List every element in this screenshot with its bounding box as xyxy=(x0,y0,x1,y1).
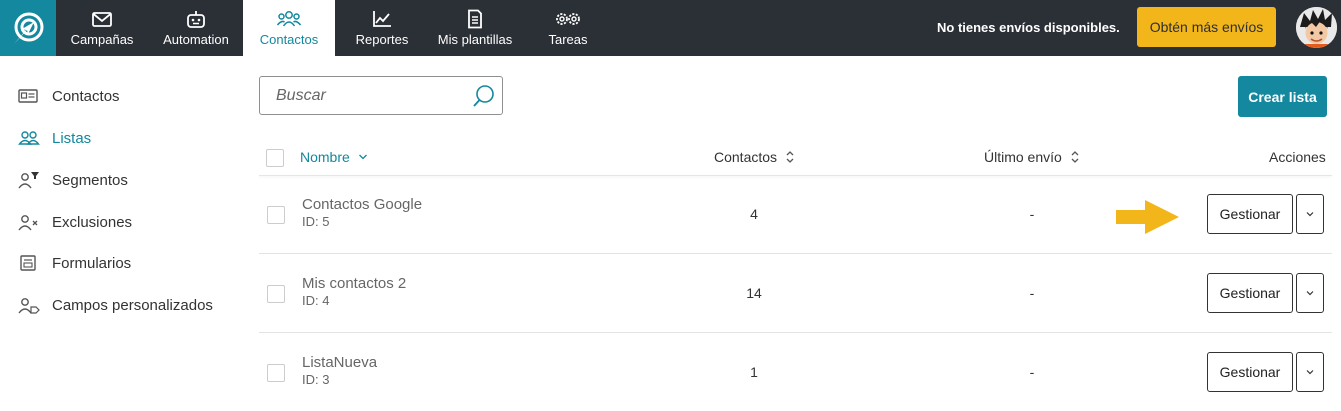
row-contacts-count: 1 xyxy=(750,364,758,380)
sidebar-item-label: Exclusiones xyxy=(52,213,133,231)
sidebar-item-campos-personalizados[interactable]: Campos personalizados xyxy=(18,293,213,317)
id-card-icon xyxy=(18,87,40,105)
row-contacts-count: 14 xyxy=(746,285,762,301)
people-icon xyxy=(18,129,40,147)
column-header-label: Nombre xyxy=(300,149,350,165)
row-list-name[interactable]: Contactos Google xyxy=(302,196,422,213)
row-dropdown-button[interactable] xyxy=(1296,273,1324,313)
chart-icon xyxy=(373,11,391,27)
row-divider xyxy=(259,253,1332,254)
pointer-arrow-icon xyxy=(1115,199,1181,240)
sidebar-item-label: Formularios xyxy=(52,254,132,272)
row-last-send: - xyxy=(1029,206,1035,222)
sidebar: Contactos Listas Segmentos Exclusiones F… xyxy=(0,56,242,411)
row-last-send: - xyxy=(1029,285,1035,301)
select-all-checkbox[interactable] xyxy=(266,149,284,167)
no-envios-text: No tienes envíos disponibles. xyxy=(937,20,1120,35)
column-header-label: Último envío xyxy=(984,149,1062,165)
row-checkbox[interactable] xyxy=(267,285,285,303)
row-list-name[interactable]: ListaNueva xyxy=(302,354,377,371)
row-last-send: - xyxy=(1029,364,1035,380)
form-icon xyxy=(18,254,40,272)
search-icon[interactable] xyxy=(472,84,496,113)
logo-icon[interactable] xyxy=(0,0,56,56)
user-tag-icon xyxy=(18,296,40,314)
column-header-contacts[interactable]: Contactos xyxy=(714,149,795,165)
row-divider xyxy=(259,332,1332,333)
chevron-down-icon xyxy=(1306,370,1314,375)
nav-label: Campañas xyxy=(70,32,134,47)
row-dropdown-button[interactable] xyxy=(1296,194,1324,234)
column-header-label: Contactos xyxy=(714,149,778,165)
sidebar-item-label: Listas xyxy=(52,129,92,147)
nav-label: Reportes xyxy=(355,32,409,47)
nav-contactos[interactable]: Contactos xyxy=(243,0,335,56)
sidebar-item-contactos[interactable]: Contactos xyxy=(18,84,120,108)
nav-label: Automation xyxy=(163,32,229,47)
row-list-id: ID: 3 xyxy=(302,372,330,387)
document-icon xyxy=(468,9,482,29)
sort-icon xyxy=(786,151,794,163)
create-list-button[interactable]: Crear lista xyxy=(1238,76,1327,117)
sidebar-item-listas[interactable]: Listas xyxy=(18,126,91,150)
sidebar-item-label: Segmentos xyxy=(52,171,128,189)
robot-icon xyxy=(187,11,205,28)
column-header-actions: Acciones xyxy=(1269,149,1326,165)
row-list-name[interactable]: Mis contactos 2 xyxy=(302,275,406,292)
nav-tareas[interactable]: Tareas xyxy=(522,0,614,56)
nav-label: Mis plantillas xyxy=(437,32,513,47)
search-input[interactable] xyxy=(276,86,476,105)
chevron-down-icon xyxy=(1306,212,1314,217)
avatar[interactable] xyxy=(1296,7,1337,48)
user-filter-icon xyxy=(18,171,40,189)
get-more-sends-button[interactable]: Obtén más envíos xyxy=(1137,7,1276,47)
chevron-down-icon xyxy=(1306,291,1314,296)
top-navigation-bar: Campañas Automation Contactos Reportes M… xyxy=(0,0,1341,56)
row-list-id: ID: 5 xyxy=(302,214,330,229)
sort-icon xyxy=(1071,151,1079,163)
row-checkbox[interactable] xyxy=(267,206,285,224)
manage-button[interactable]: Gestionar xyxy=(1207,352,1293,392)
sidebar-item-formularios[interactable]: Formularios xyxy=(18,251,131,275)
chevron-down-icon xyxy=(358,154,367,160)
sidebar-item-label: Campos personalizados xyxy=(52,296,213,314)
row-contacts-count: 4 xyxy=(750,206,758,222)
sidebar-item-exclusiones[interactable]: Exclusiones xyxy=(18,210,132,234)
row-list-id: ID: 4 xyxy=(302,293,330,308)
gears-icon xyxy=(556,13,580,25)
manage-button[interactable]: Gestionar xyxy=(1207,194,1293,234)
nav-mis-plantillas[interactable]: Mis plantillas xyxy=(429,0,521,56)
column-header-name[interactable]: Nombre xyxy=(300,149,368,165)
header-divider xyxy=(259,175,1332,176)
row-checkbox[interactable] xyxy=(267,364,285,382)
nav-campanas[interactable]: Campañas xyxy=(56,0,148,56)
user-x-icon xyxy=(18,213,40,231)
contacts-icon xyxy=(276,11,302,27)
sidebar-item-label: Contactos xyxy=(52,87,120,105)
mail-icon xyxy=(92,12,112,27)
search-box xyxy=(259,76,503,115)
nav-automation[interactable]: Automation xyxy=(150,0,242,56)
nav-reportes[interactable]: Reportes xyxy=(336,0,428,56)
sidebar-item-segmentos[interactable]: Segmentos xyxy=(18,168,128,192)
column-header-last-send[interactable]: Último envío xyxy=(984,149,1080,165)
nav-label: Contactos xyxy=(259,32,319,47)
nav-label: Tareas xyxy=(548,32,588,47)
manage-button[interactable]: Gestionar xyxy=(1207,273,1293,313)
row-dropdown-button[interactable] xyxy=(1296,352,1324,392)
